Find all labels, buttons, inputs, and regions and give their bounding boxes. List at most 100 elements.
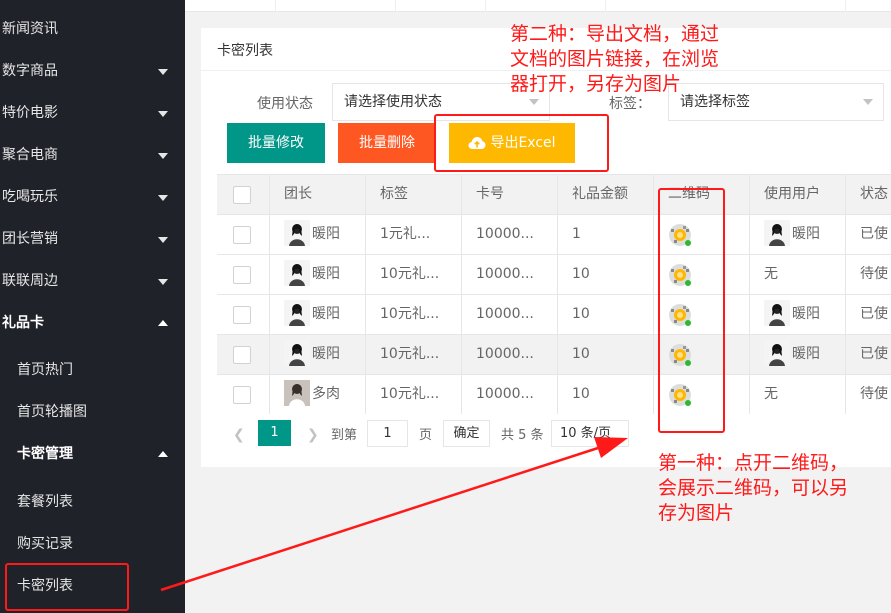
- row-checkbox[interactable]: [233, 226, 251, 244]
- status-select-value: 请选择使用状态: [344, 94, 442, 110]
- sidebar-item-news[interactable]: 新闻资讯: [0, 8, 185, 50]
- column-header[interactable]: 标签: [366, 175, 462, 215]
- avatar: [284, 339, 310, 366]
- next-page-icon[interactable]: ❯: [307, 427, 319, 443]
- table-cell: 暖阳: [750, 295, 846, 335]
- column-header[interactable]: 卡号: [462, 175, 558, 215]
- status-value: 待使: [860, 386, 888, 402]
- avatar: [284, 259, 310, 286]
- sidebar-sub-item-purchase-records[interactable]: 购买记录: [0, 523, 185, 565]
- tag-value: 10元礼...: [380, 266, 440, 282]
- sidebar-item-label: 购买记录: [17, 536, 73, 552]
- chevron-down-icon: [529, 99, 539, 105]
- table-cell: 暖阳: [270, 335, 366, 375]
- sidebar-item-label: 新闻资讯: [2, 21, 58, 37]
- annotation-arrow-line: [160, 446, 599, 592]
- user-name: 暖阳: [792, 306, 820, 322]
- sidebar-item-nearby[interactable]: 联联周边: [0, 260, 185, 302]
- sidebar-item-ecommerce[interactable]: 聚合电商: [0, 134, 185, 176]
- table-cell: 暖阳: [270, 255, 366, 295]
- sidebar-item-label: 团长营销: [2, 231, 58, 247]
- select-all-checkbox[interactable]: [233, 186, 251, 204]
- row-checkbox[interactable]: [233, 346, 251, 364]
- sidebar-item-label: 聚合电商: [2, 147, 58, 163]
- sidebar-item-entertainment[interactable]: 吃喝玩乐: [0, 176, 185, 218]
- prev-page-icon[interactable]: ❮: [233, 427, 245, 443]
- row-checkbox[interactable]: [233, 306, 251, 324]
- table-row: 暖阳 10元礼... 10000... 10 暖阳 已使: [217, 335, 891, 375]
- header-checkbox-cell: [217, 175, 270, 215]
- annotation-box-card-list: [5, 563, 129, 611]
- table-cell: 10: [558, 375, 654, 414]
- row-checkbox[interactable]: [233, 386, 251, 404]
- sidebar-item-label: 套餐列表: [17, 494, 73, 510]
- table-cell: 无: [750, 375, 846, 414]
- leader-name: 暖阳: [312, 306, 340, 322]
- tab-divider: [275, 0, 276, 12]
- page-size-select[interactable]: 10 条/页: [551, 420, 629, 447]
- sidebar-item-digital-goods[interactable]: 数字商品: [0, 50, 185, 92]
- sidebar: 新闻资讯 数字商品 特价电影 聚合电商 吃喝玩乐 团长营销 联联周边 礼品卡 首…: [0, 0, 185, 613]
- table-cell: 10: [558, 295, 654, 335]
- annotation-line: 会展示二维码，可以另: [658, 477, 849, 499]
- table-cell: [217, 295, 270, 335]
- sidebar-item-label: 卡密管理: [17, 446, 73, 462]
- column-header[interactable]: 礼品金额: [558, 175, 654, 215]
- table-cell: 10000...: [462, 375, 558, 414]
- table-cell: [217, 335, 270, 375]
- column-header[interactable]: 团长: [270, 175, 366, 215]
- goto-page-input[interactable]: 1: [367, 420, 408, 447]
- annotation-text-method2: 第二种：导出文档，通过 文档的图片链接，在浏览 器打开，另存为图片: [510, 22, 719, 97]
- page-unit-label: 页: [419, 428, 433, 443]
- annotation-text-method1: 第一种：点开二维码， 会展示二维码，可以另 存为图片: [658, 451, 848, 526]
- table-cell: 暖阳: [270, 295, 366, 335]
- card-number: 10000...: [476, 266, 534, 282]
- card-number: 10000...: [476, 346, 534, 362]
- page-title: 卡密列表: [217, 43, 273, 59]
- column-header[interactable]: 使用用户: [750, 175, 846, 215]
- row-checkbox[interactable]: [233, 266, 251, 284]
- batch-edit-button[interactable]: 批量修改: [227, 123, 325, 163]
- current-page-button[interactable]: 1: [258, 420, 291, 446]
- table-cell: 已使: [846, 295, 891, 335]
- leader-name: 暖阳: [312, 266, 340, 282]
- user-name: 暖阳: [792, 226, 820, 242]
- table-cell: [217, 215, 270, 255]
- table-cell: 暖阳: [270, 215, 366, 255]
- tag-value: 10元礼...: [380, 346, 440, 362]
- pagination: ❮ 1 ❯ 到第 1 页 确定 共 5 条 10 条/页: [217, 414, 891, 456]
- leader-name: 多肉: [312, 386, 340, 402]
- sidebar-sub-item-home-carousel[interactable]: 首页轮播图: [0, 391, 185, 433]
- goto-confirm-button[interactable]: 确定: [443, 420, 490, 447]
- table-cell: 10: [558, 255, 654, 295]
- batch-delete-button[interactable]: 批量删除: [338, 123, 436, 163]
- sidebar-sub-item-card-management[interactable]: 卡密管理: [0, 433, 185, 475]
- chevron-down-icon: [158, 69, 168, 75]
- leader-name: 暖阳: [312, 346, 340, 362]
- avatar: [284, 219, 310, 246]
- gift-amount: 1: [572, 226, 581, 242]
- card-number: 10000...: [476, 226, 534, 242]
- gift-amount: 10: [572, 306, 590, 322]
- tag-value: 10元礼...: [380, 306, 440, 322]
- table-cell: 1: [558, 215, 654, 255]
- avatar: [764, 339, 790, 366]
- card-number: 10000...: [476, 386, 534, 402]
- sidebar-item-label: 特价电影: [2, 105, 58, 121]
- column-header[interactable]: 状态: [846, 175, 891, 215]
- sidebar-item-leader-marketing[interactable]: 团长营销: [0, 218, 185, 260]
- table-cell: 1元礼...: [366, 215, 462, 255]
- sidebar-item-gift-card[interactable]: 礼品卡: [0, 302, 185, 344]
- sidebar-item-movies[interactable]: 特价电影: [0, 92, 185, 134]
- table-header-row: 团长 标签 卡号 礼品金额 二维码 使用用户 状态: [217, 175, 891, 215]
- annotation-line: 存为图片: [658, 502, 735, 524]
- table-cell: 已使: [846, 335, 891, 375]
- status-value: 已使: [860, 226, 888, 242]
- sidebar-sub-item-home-hot[interactable]: 首页热门: [0, 349, 185, 391]
- table-cell: 10元礼...: [366, 295, 462, 335]
- chevron-down-icon: [158, 237, 168, 243]
- status-value: 待使: [860, 266, 888, 282]
- sidebar-item-label: 联联周边: [2, 273, 58, 289]
- top-tab-strip: [185, 0, 891, 12]
- sidebar-sub-item-package-list[interactable]: 套餐列表: [0, 481, 185, 523]
